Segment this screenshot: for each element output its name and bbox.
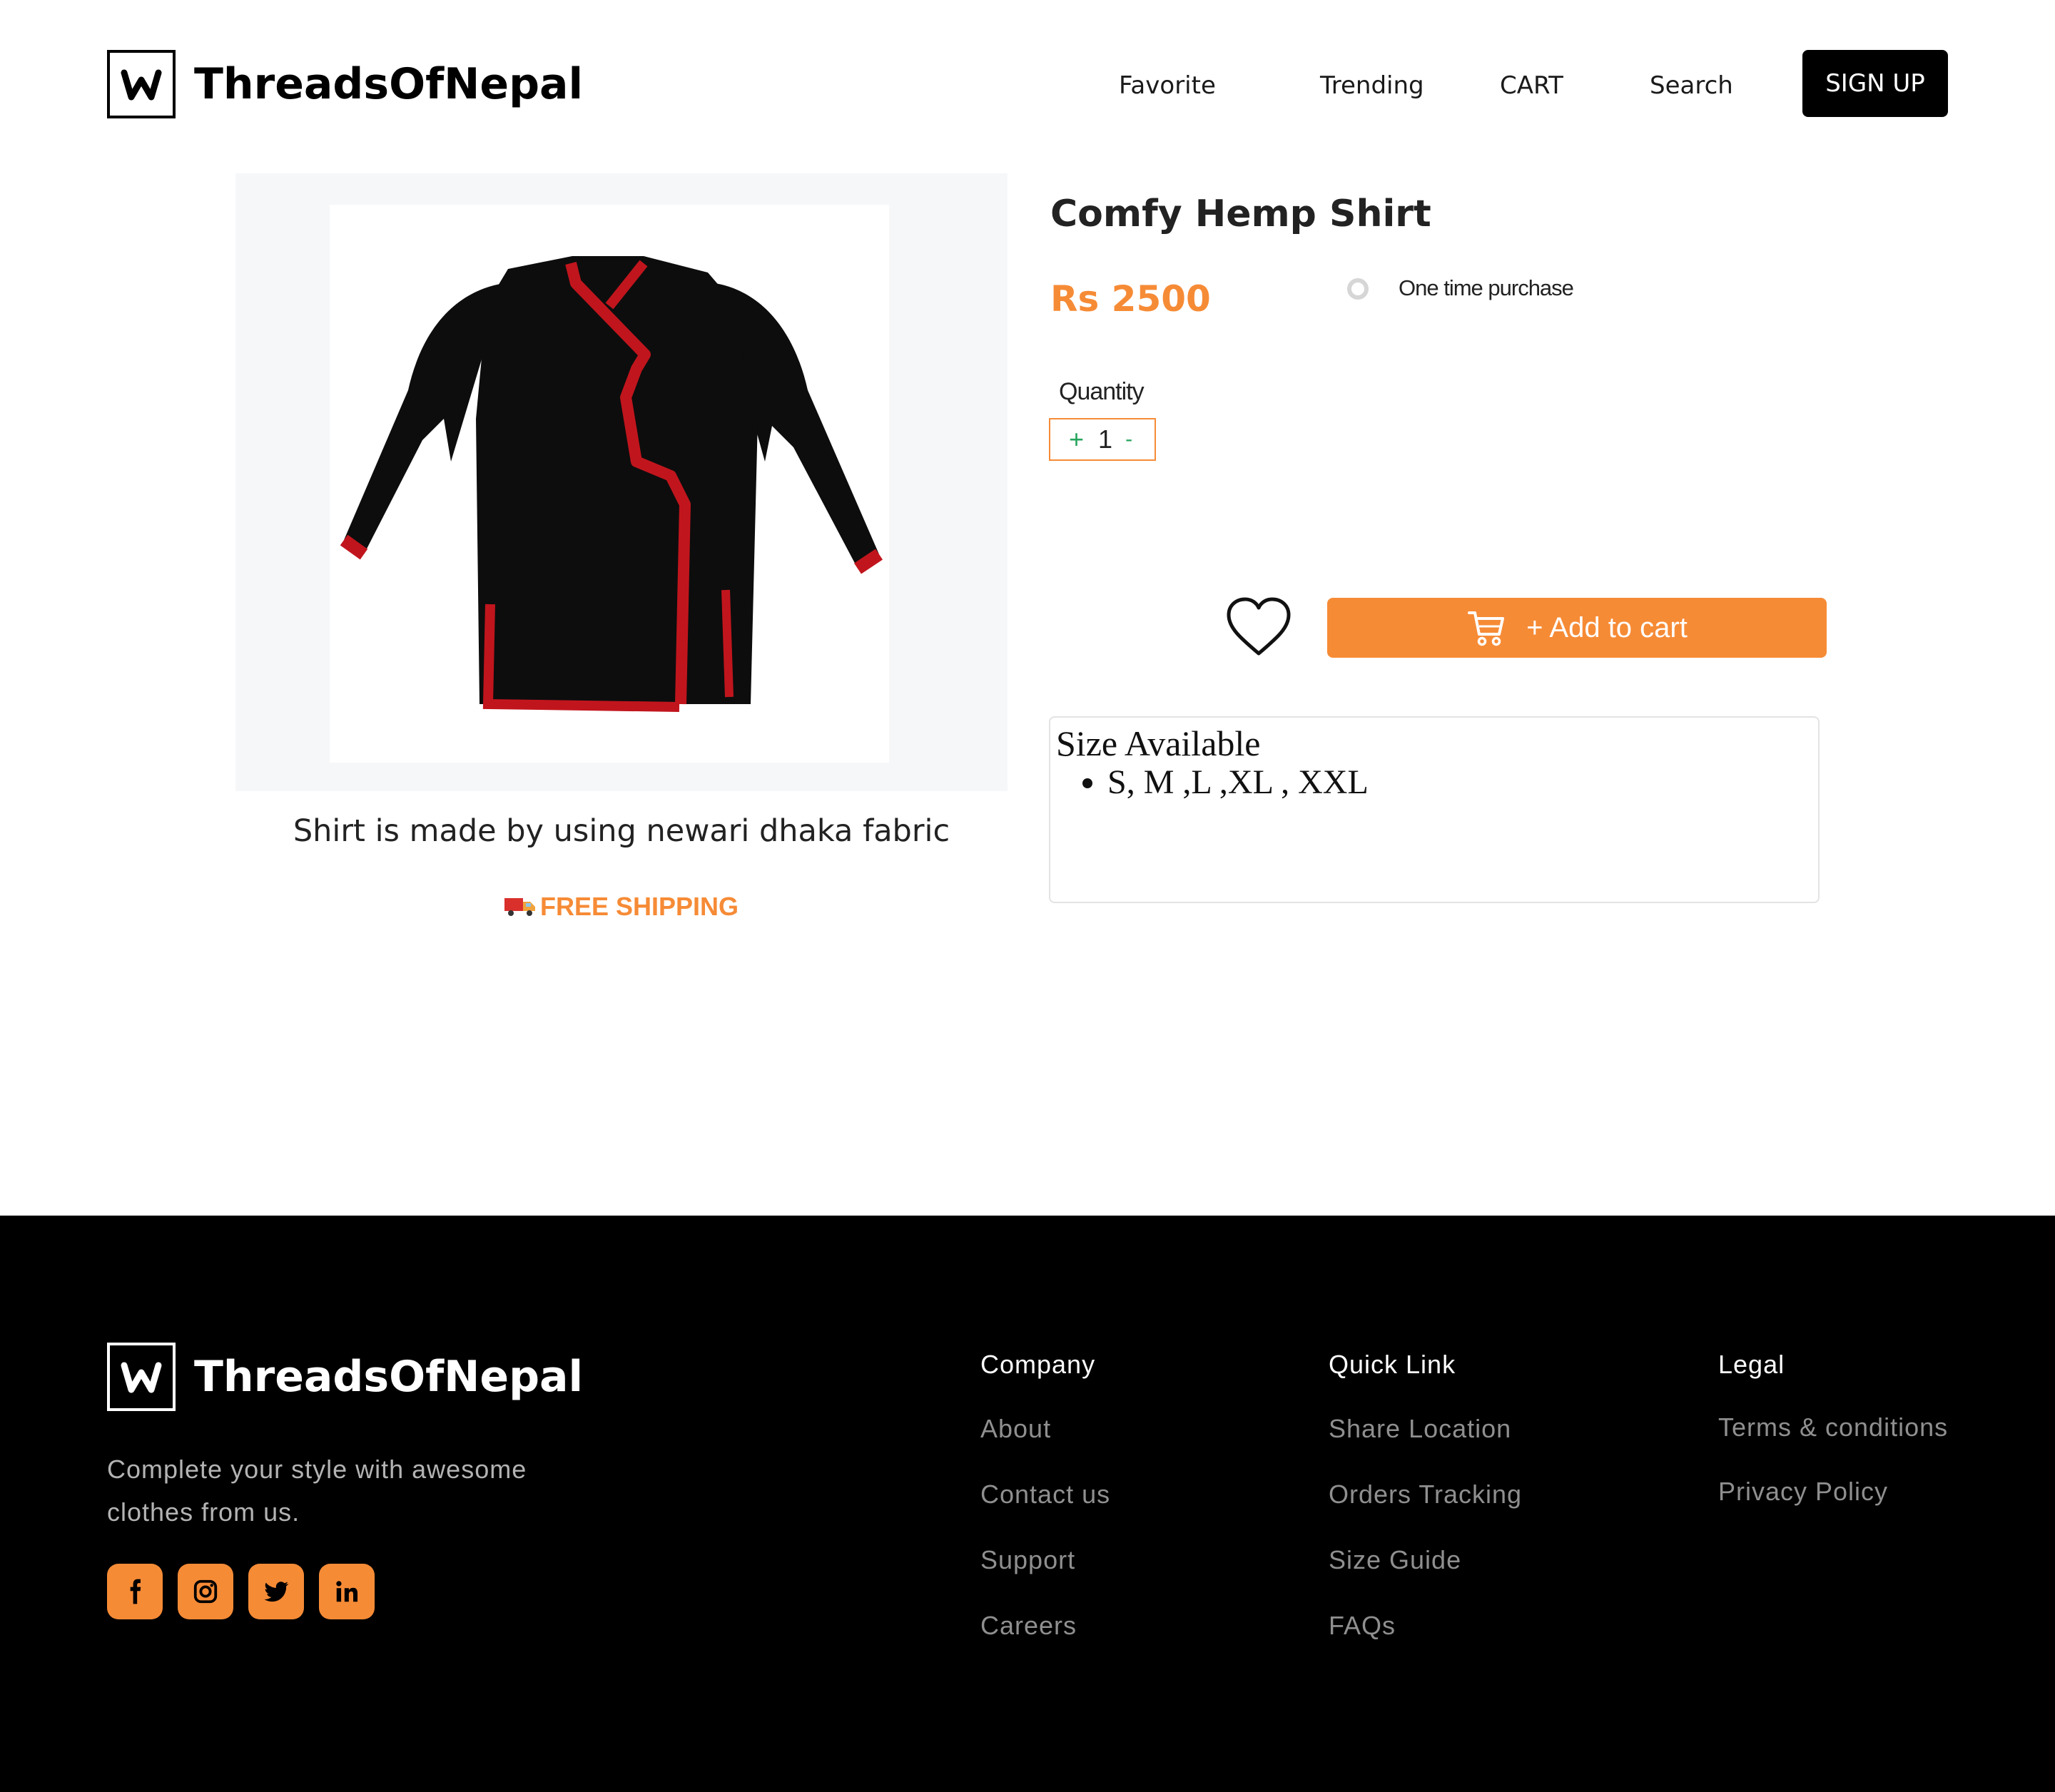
one-time-purchase-radio[interactable] [1347, 278, 1369, 300]
free-shipping-label: FREE SHIPPING [235, 892, 1008, 923]
nav-search[interactable]: Search [1650, 71, 1733, 100]
quantity-value: 1 [1098, 424, 1113, 454]
footer-link-careers[interactable]: Careers [980, 1611, 1077, 1641]
footer-link-contact[interactable]: Contact us [980, 1480, 1110, 1510]
footer-link-terms[interactable]: Terms & conditions [1718, 1412, 1948, 1442]
logo-mark-icon [107, 50, 176, 118]
free-shipping-text: FREE SHIPPING [539, 892, 739, 921]
delivery-truck-icon [504, 893, 536, 923]
site-header: ThreadsOfNepal Favorite Trending CART Se… [0, 0, 2055, 167]
nav-favorite[interactable]: Favorite [1119, 71, 1216, 100]
footer-tagline: Complete your style with awesome clothes… [107, 1455, 527, 1527]
instagram-icon[interactable] [178, 1564, 233, 1619]
add-to-cart-label: + Add to cart [1526, 611, 1688, 643]
product-image[interactable] [330, 205, 889, 763]
footer-link-orders-tracking[interactable]: Orders Tracking [1329, 1480, 1522, 1510]
product-price: Rs 2500 [1050, 278, 1211, 320]
footer-link-support[interactable]: Support [980, 1545, 1075, 1575]
logo-mark-icon [107, 1343, 176, 1411]
footer-link-about[interactable]: About [980, 1414, 1051, 1444]
footer-link-privacy[interactable]: Privacy Policy [1718, 1477, 1888, 1507]
nav-trending[interactable]: Trending [1320, 71, 1424, 100]
one-time-purchase-label: One time purchase [1399, 275, 1574, 300]
quantity-label: Quantity [1059, 378, 1145, 405]
size-available-title: Size Available [1056, 723, 1261, 763]
size-available-box: Size Available S, M ,L ,XL , XXL [1049, 716, 1820, 903]
brand-name: ThreadsOfNepal [194, 59, 584, 109]
twitter-icon[interactable] [248, 1564, 304, 1619]
size-list: S, M ,L ,XL , XXL [1056, 765, 1812, 800]
favorite-heart-icon[interactable] [1226, 596, 1292, 658]
footer-logo[interactable]: ThreadsOfNepal [107, 1343, 583, 1411]
footer-company-title: Company [980, 1350, 1096, 1379]
footer-quick-link-title: Quick Link [1329, 1350, 1456, 1379]
header-logo[interactable]: ThreadsOfNepal [107, 50, 583, 118]
linkedin-icon[interactable] [319, 1564, 375, 1619]
sign-up-button[interactable]: SIGN UP [1802, 50, 1948, 117]
nav-cart[interactable]: CART [1500, 71, 1563, 100]
footer-brand-name: ThreadsOfNepal [194, 1352, 584, 1402]
product-title: Comfy Hemp Shirt [1050, 193, 1431, 235]
site-footer: ThreadsOfNepal Complete your style with … [0, 1216, 2055, 1792]
quantity-increase-button[interactable]: + [1069, 424, 1084, 454]
footer-legal-title: Legal [1718, 1350, 1785, 1379]
footer-link-faqs[interactable]: FAQs [1329, 1611, 1396, 1641]
add-to-cart-button[interactable]: + Add to cart [1327, 598, 1827, 658]
cart-icon [1468, 611, 1505, 646]
footer-link-share-location[interactable]: Share Location [1329, 1414, 1511, 1444]
quantity-stepper: + 1 - [1049, 418, 1156, 461]
facebook-icon[interactable] [107, 1564, 163, 1619]
product-description: Shirt is made by using newari dhaka fabr… [293, 813, 950, 849]
footer-link-size-guide[interactable]: Size Guide [1329, 1545, 1461, 1575]
product-image-panel [235, 173, 1008, 791]
size-list-item: S, M ,L ,XL , XXL [1107, 765, 1812, 800]
quantity-decrease-button[interactable]: - [1125, 427, 1132, 452]
